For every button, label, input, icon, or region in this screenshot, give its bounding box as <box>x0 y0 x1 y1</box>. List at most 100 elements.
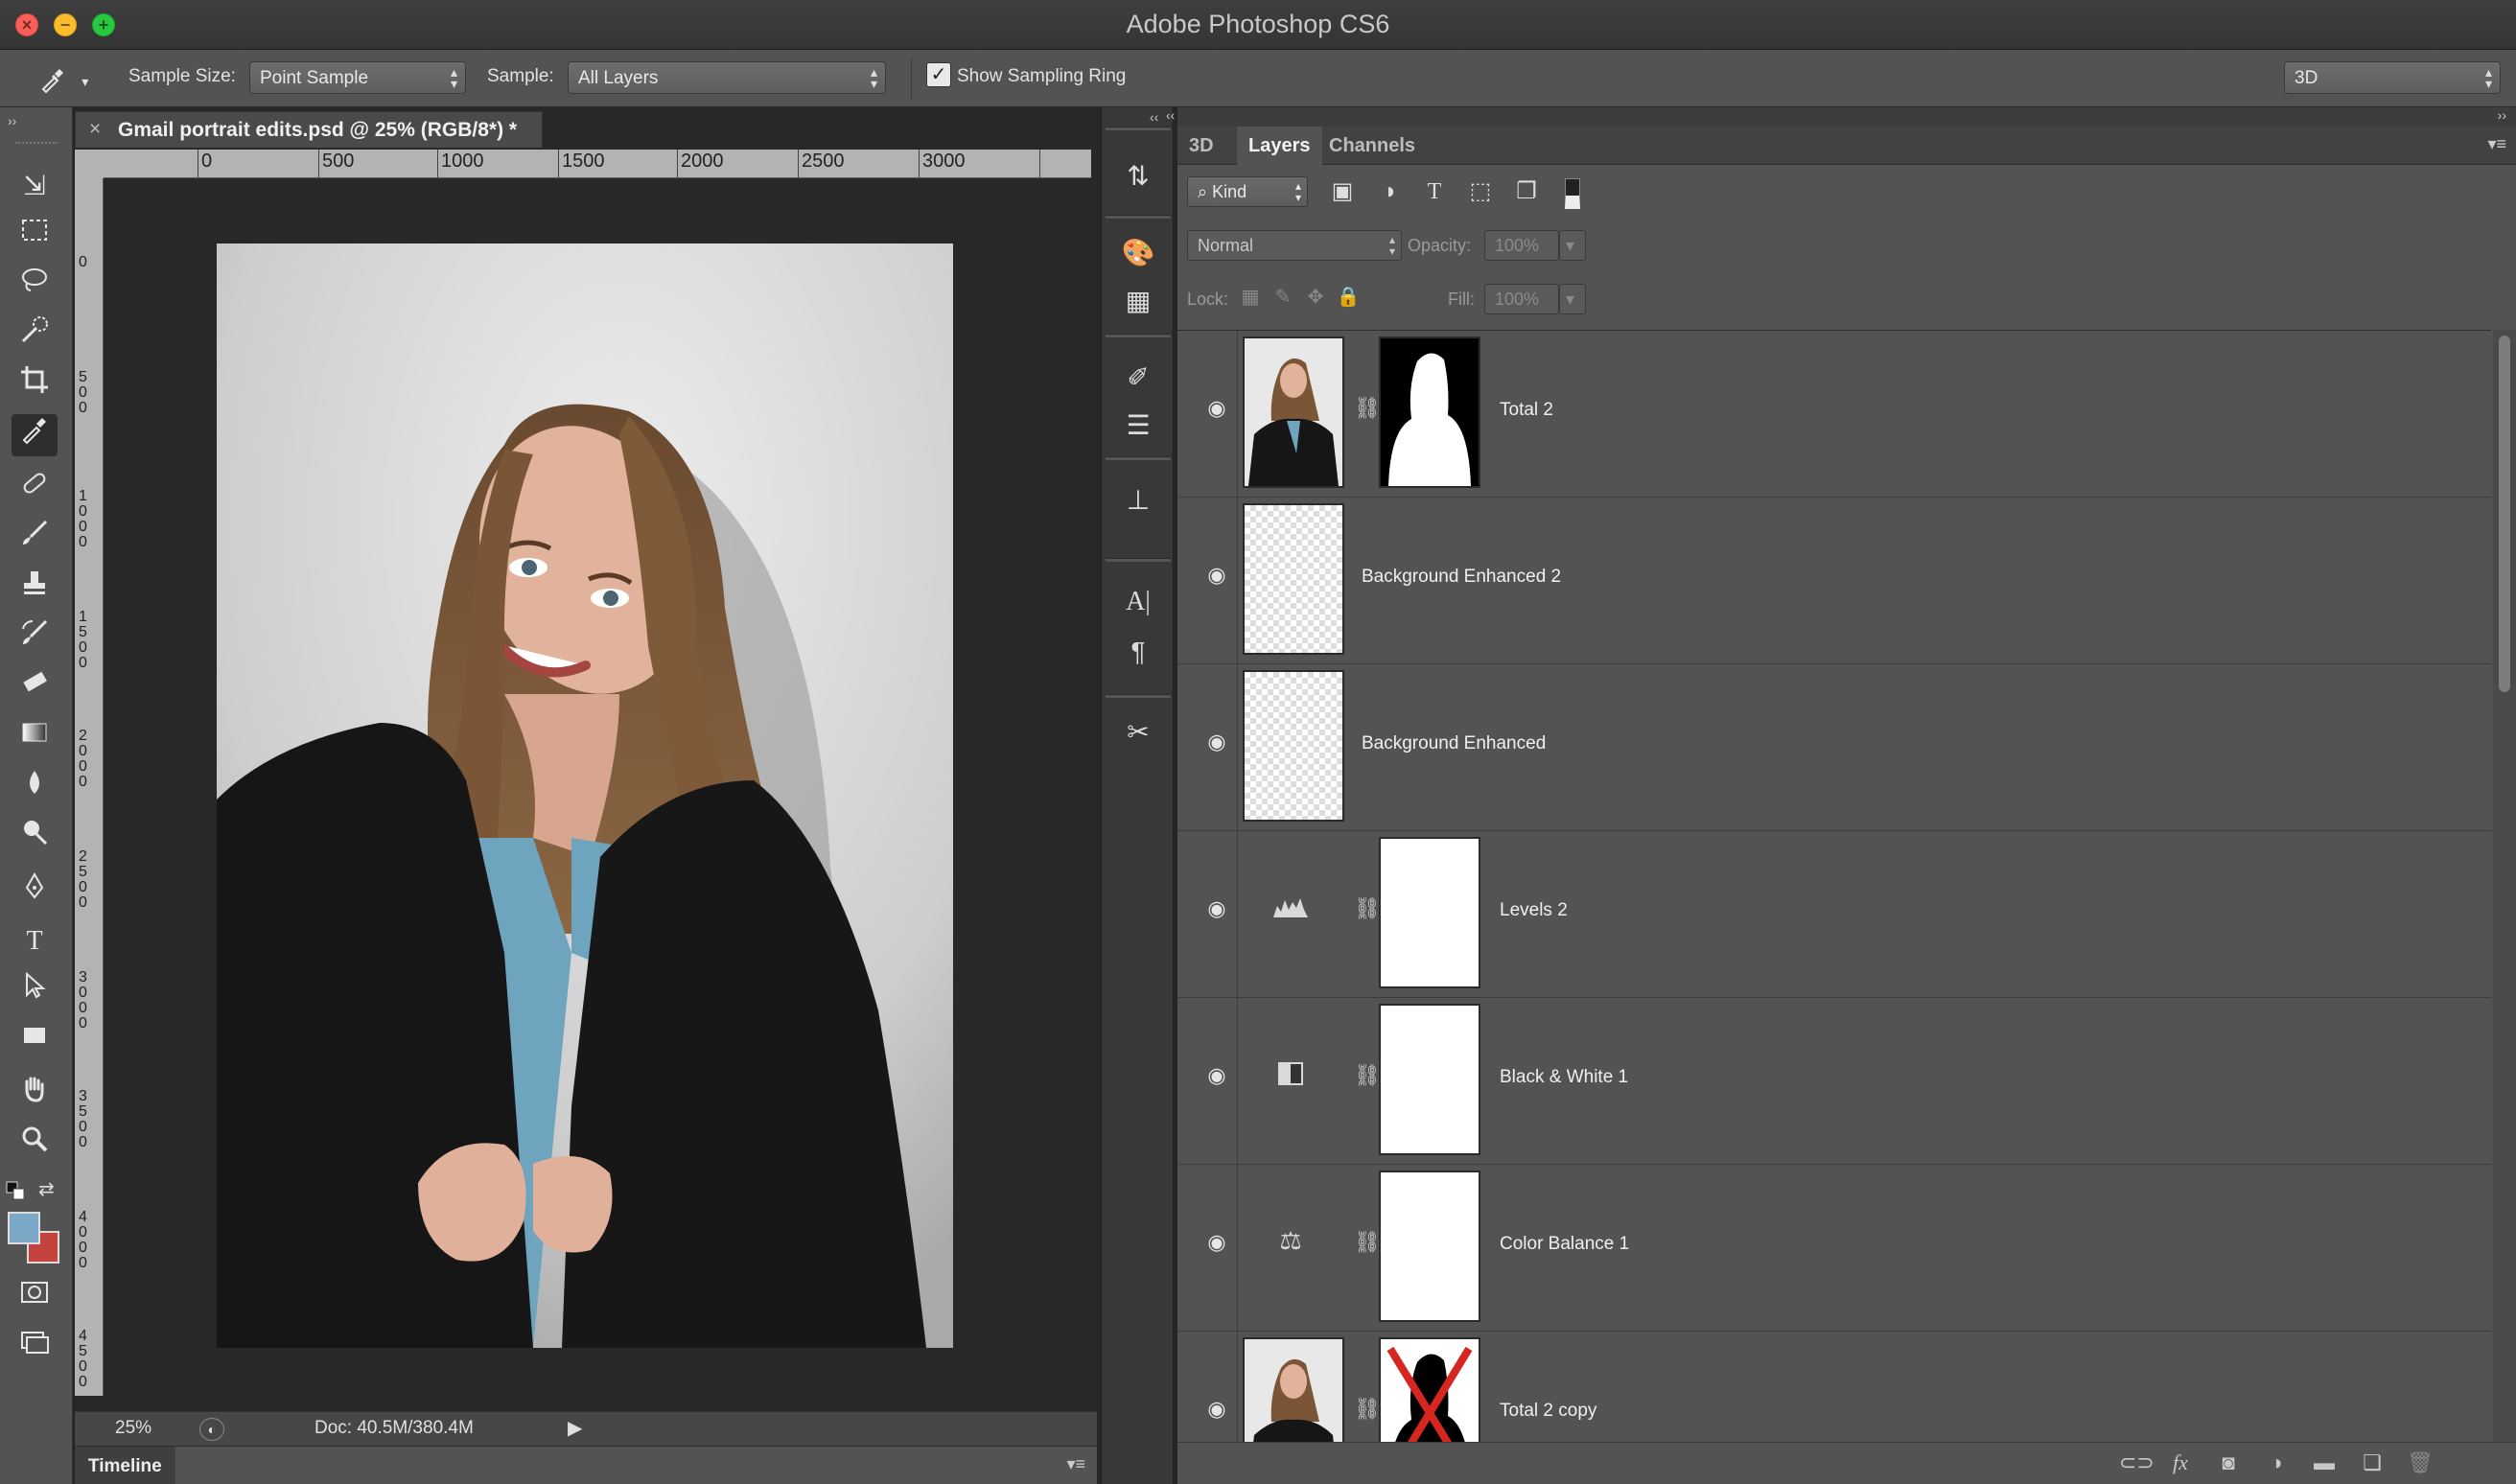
dock-grip[interactable] <box>1106 215 1171 219</box>
layer-row[interactable]: ◉ ⛓ Levels 2 <box>1177 831 2491 998</box>
show-sampling-ring-label[interactable]: Show Sampling Ring <box>957 66 1126 87</box>
eye-icon[interactable]: ◉ <box>1202 730 1231 758</box>
add-mask-icon[interactable]: ◙ <box>2213 1450 2244 1477</box>
crop-tool-icon[interactable] <box>12 364 58 406</box>
hand-tool-icon[interactable] <box>12 1074 58 1116</box>
layer-name[interactable]: Black & White 1 <box>1500 1067 1628 1088</box>
grip-icon[interactable] <box>15 142 58 145</box>
shape-filter-icon[interactable]: ⬚ <box>1465 176 1496 207</box>
path-selection-tool-icon[interactable] <box>12 970 58 1012</box>
sample-select[interactable]: All Layers ▴ ▾ <box>568 61 886 94</box>
new-group-icon[interactable]: ▬ <box>2309 1450 2340 1477</box>
move-tool-icon[interactable]: ⇲ <box>12 165 58 207</box>
layer-mask-thumbnail[interactable] <box>1379 837 1480 988</box>
character-panel-icon[interactable]: A| <box>1115 581 1161 623</box>
lock-position-icon[interactable]: ✥ <box>1300 282 1331 313</box>
default-colors-icon[interactable] <box>6 1181 27 1202</box>
foreground-color-swatch[interactable] <box>8 1212 40 1244</box>
layer-row[interactable]: ◉ ⛓ Black & White 1 <box>1177 998 2491 1165</box>
quick-mask-icon[interactable] <box>12 1277 58 1319</box>
vertical-ruler[interactable]: 0 500 1000 1500 2000 2500 3000 3500 4000… <box>75 178 104 1396</box>
healing-brush-tool-icon[interactable] <box>12 468 58 510</box>
zoom-tool-icon[interactable] <box>12 1124 58 1166</box>
sample-size-select[interactable]: Point Sample ▴ ▾ <box>249 61 466 94</box>
opacity-dropdown-icon[interactable]: ▾ <box>1559 230 1586 261</box>
dock-grip[interactable] <box>1106 694 1171 698</box>
layer-name[interactable]: Total 2 copy <box>1500 1401 1596 1422</box>
zoom-level[interactable]: 25% <box>115 1418 151 1439</box>
smart-object-filter-icon[interactable]: ❐ <box>1511 176 1542 207</box>
dock-grip[interactable] <box>1106 127 1171 130</box>
tab-channels[interactable]: Channels <box>1317 127 1427 165</box>
brush-presets-icon[interactable]: ✐ <box>1115 357 1161 399</box>
collapse-dock-icon[interactable]: ‹‹ <box>1150 109 1158 125</box>
layer-thumbnail[interactable] <box>1243 670 1344 822</box>
pen-tool-icon[interactable] <box>12 870 58 913</box>
layer-mask-thumbnail[interactable] <box>1379 1004 1480 1155</box>
gradient-tool-icon[interactable] <box>12 717 58 759</box>
quick-selection-tool-icon[interactable] <box>12 314 58 357</box>
document-tab[interactable]: × Gmail portrait edits.psd @ 25% (RGB/8*… <box>75 111 543 148</box>
eye-icon[interactable]: ◉ <box>1202 563 1231 591</box>
show-sampling-ring-checkbox[interactable]: ✓ <box>926 62 951 87</box>
screen-mode-icon[interactable] <box>12 1327 58 1369</box>
history-panel-icon[interactable]: ⇅ <box>1115 155 1161 197</box>
ruler-origin[interactable] <box>75 150 104 178</box>
eye-icon[interactable]: ◉ <box>1202 1397 1231 1426</box>
layer-name[interactable]: Background Enhanced <box>1362 733 1546 754</box>
fill-dropdown-icon[interactable]: ▾ <box>1559 284 1586 314</box>
pixel-filter-icon[interactable]: ▣ <box>1327 176 1358 207</box>
horizontal-ruler[interactable]: 0 500 1000 1500 2000 2500 3000 <box>104 150 1091 178</box>
tab-3d[interactable]: 3D <box>1177 127 1225 165</box>
adjustment-filter-icon[interactable]: ◑ <box>1373 176 1404 207</box>
new-adjustment-icon[interactable]: ◑ <box>2261 1450 2292 1477</box>
eye-icon[interactable]: ◉ <box>1202 896 1231 925</box>
layer-row[interactable]: ◉ ⛓ Total 2 <box>1177 331 2491 498</box>
type-tool-icon[interactable]: T <box>12 920 58 962</box>
layer-name[interactable]: Color Balance 1 <box>1500 1234 1629 1255</box>
layer-row[interactable]: ◉ Background Enhanced <box>1177 664 2491 831</box>
portrait-image[interactable] <box>217 243 953 1348</box>
rectangle-tool-icon[interactable] <box>12 1020 58 1062</box>
status-menu-arrow-icon[interactable]: ▶ <box>568 1416 582 1440</box>
layer-thumbnail[interactable] <box>1243 336 1344 488</box>
layer-thumbnail[interactable] <box>1243 1337 1344 1442</box>
fx-icon[interactable]: fx <box>2165 1450 2196 1477</box>
eye-icon[interactable]: ◉ <box>1202 1230 1231 1259</box>
layer-mask-thumbnail[interactable] <box>1379 1171 1480 1322</box>
link-icon[interactable]: ⛓ <box>1354 1230 1381 1259</box>
layer-row[interactable]: ◉ Background Enhanced 2 <box>1177 498 2491 664</box>
scale-icon[interactable]: ⚖ <box>1271 1226 1310 1261</box>
blend-mode-select[interactable]: Normal ▴ ▾ <box>1187 230 1402 261</box>
layer-name[interactable]: Background Enhanced 2 <box>1362 567 1561 588</box>
link-layers-icon[interactable]: ⊂⊃ <box>2119 1450 2155 1477</box>
status-info-icon[interactable]: ◐ <box>199 1418 224 1441</box>
swatches-panel-icon[interactable]: 🎨 <box>1115 232 1161 274</box>
brush-tool-icon[interactable] <box>12 518 58 560</box>
eye-icon[interactable]: ◉ <box>1202 396 1231 425</box>
scrollbar-thumb[interactable] <box>2499 336 2510 692</box>
link-icon[interactable]: ⛓ <box>1354 1063 1381 1092</box>
tab-layers[interactable]: Layers <box>1237 127 1322 165</box>
tool-presets-icon[interactable]: ✂ <box>1115 711 1161 754</box>
layer-name[interactable]: Total 2 <box>1500 400 1553 421</box>
grid-panel-icon[interactable]: ▦ <box>1115 280 1161 322</box>
levels-icon[interactable] <box>1271 893 1310 927</box>
fill-field[interactable]: 100% <box>1484 284 1559 314</box>
eyedropper-tool-preset-icon[interactable]: ▾ <box>38 59 92 96</box>
eraser-tool-icon[interactable] <box>12 667 58 709</box>
collapse-right-icon[interactable]: ›› <box>2498 107 2506 123</box>
layer-row[interactable]: ◉ ⚖ ⛓ Color Balance 1 <box>1177 1165 2491 1332</box>
layer-row[interactable]: ◉ ⛓ Total 2 copy <box>1177 1332 2491 1442</box>
link-icon[interactable]: ⛓ <box>1354 1397 1381 1426</box>
layer-name[interactable]: Levels 2 <box>1500 900 1568 921</box>
dock-grip[interactable] <box>1106 456 1171 460</box>
layer-mask-thumbnail[interactable] <box>1379 1337 1480 1442</box>
lasso-tool-icon[interactable] <box>12 265 58 307</box>
layer-thumbnail[interactable] <box>1243 503 1344 655</box>
lock-image-icon[interactable]: ✎ <box>1268 282 1298 313</box>
close-document-icon[interactable]: × <box>89 118 101 141</box>
paragraph-panel-icon[interactable]: ¶ <box>1115 631 1161 673</box>
layers-scrollbar[interactable] <box>2493 330 2516 1442</box>
filter-toggle[interactable] <box>1565 178 1580 209</box>
